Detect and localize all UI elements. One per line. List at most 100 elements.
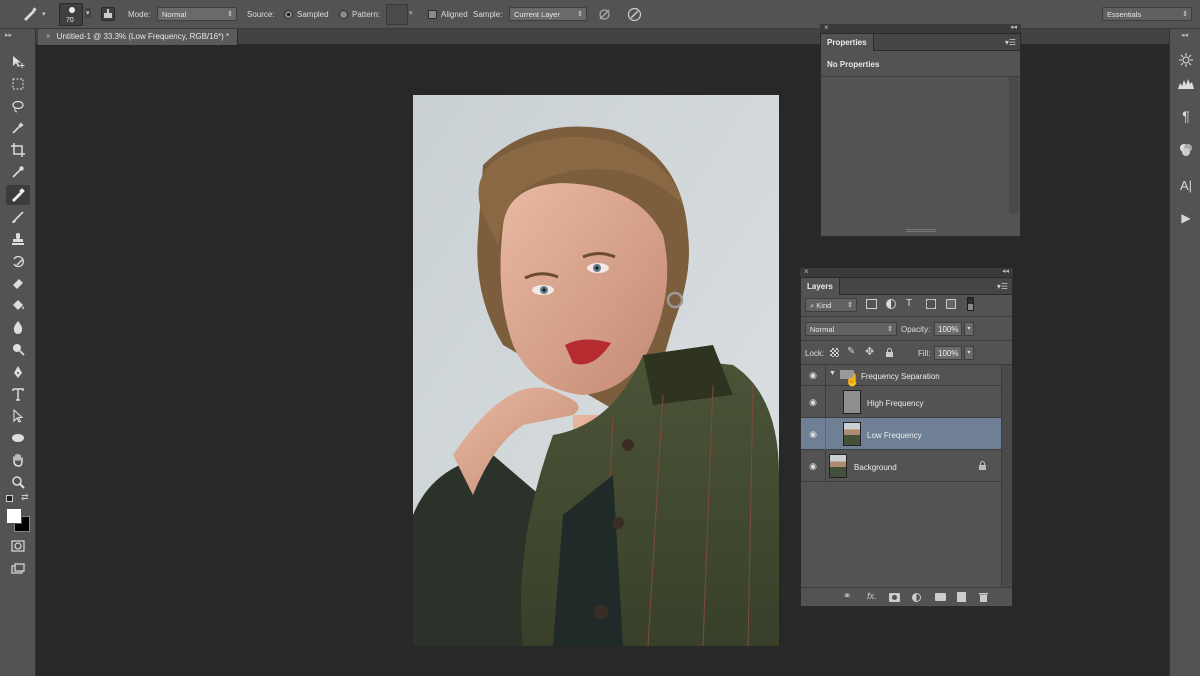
- adjustment-layer-filter-icon[interactable]: [886, 299, 896, 309]
- visibility-eye-icon[interactable]: ◉: [807, 461, 819, 471]
- visibility-eye-icon[interactable]: ◉: [807, 397, 819, 407]
- opacity-input[interactable]: 100%: [934, 322, 962, 336]
- layer-row-background[interactable]: ◉ Background: [801, 450, 1001, 482]
- brush-size-value: 70: [66, 17, 74, 24]
- new-layer-icon[interactable]: [957, 592, 966, 602]
- layers-panel-menu-icon[interactable]: ▾☰: [997, 282, 1008, 291]
- brush-settings-icon[interactable]: [101, 7, 115, 21]
- layer-style-fx-icon[interactable]: fx.: [867, 591, 877, 601]
- move-tool-icon[interactable]: [6, 52, 30, 72]
- fill-slider-arrow-icon[interactable]: ▾: [964, 346, 974, 360]
- document-canvas[interactable]: [413, 95, 779, 646]
- lock-transparent-pixels-icon[interactable]: [830, 348, 839, 357]
- visibility-eye-icon[interactable]: ◉: [807, 370, 819, 380]
- path-selection-tool-icon[interactable]: [6, 406, 30, 426]
- add-mask-icon[interactable]: [889, 593, 900, 602]
- brush-picker[interactable]: 70: [59, 3, 83, 26]
- color-wheel-icon[interactable]: [1176, 140, 1196, 160]
- delete-layer-trash-icon[interactable]: [979, 592, 988, 602]
- type-tool-icon[interactable]: [6, 384, 30, 404]
- close-tab-icon[interactable]: ×: [46, 32, 51, 41]
- opacity-slider-arrow-icon[interactable]: ▾: [964, 322, 974, 336]
- close-panel-icon[interactable]: ×: [824, 23, 829, 32]
- pattern-picker[interactable]: [386, 4, 408, 25]
- brush-picker-arrow-icon[interactable]: ▾: [85, 8, 91, 18]
- source-sampled-radio[interactable]: [284, 10, 293, 19]
- adjustments-icon[interactable]: [1176, 50, 1196, 70]
- layers-tab[interactable]: Layers: [801, 278, 840, 295]
- brush-tip-icon: [69, 7, 75, 13]
- clone-stamp-tool-icon[interactable]: [6, 229, 30, 249]
- eye-column-divider: [825, 418, 826, 450]
- ignore-adjustment-layers-icon[interactable]: [598, 8, 612, 22]
- pen-tool-icon[interactable]: [6, 362, 30, 382]
- zoom-tool-icon[interactable]: [6, 472, 30, 492]
- paint-bucket-tool-icon[interactable]: [6, 295, 30, 315]
- collapse-layers-panel-icon[interactable]: ◂◂: [1002, 267, 1009, 275]
- toolbox-collapse-icon[interactable]: ▸▸: [5, 31, 12, 39]
- smart-object-filter-icon[interactable]: [946, 299, 956, 309]
- marquee-tool-icon[interactable]: [6, 74, 30, 94]
- properties-resize-grip[interactable]: [906, 229, 936, 232]
- visibility-eye-icon[interactable]: ◉: [807, 429, 819, 439]
- sample-select[interactable]: Current Layer ⇕: [509, 7, 587, 21]
- properties-content: No Properties: [827, 60, 880, 69]
- source-pattern-radio[interactable]: [339, 10, 348, 19]
- layer-thumbnail: [843, 390, 861, 414]
- close-layers-panel-icon[interactable]: ×: [804, 267, 809, 276]
- swap-colors-icon[interactable]: ⇄: [21, 492, 29, 503]
- pixel-layer-filter-icon[interactable]: [866, 299, 877, 309]
- character-icon[interactable]: A|: [1176, 175, 1196, 195]
- dodge-tool-icon[interactable]: [6, 339, 30, 359]
- actions-play-icon[interactable]: ▶: [1176, 208, 1196, 228]
- layer-row-high-frequency[interactable]: ◉ High Frequency: [801, 386, 1001, 418]
- link-layers-icon[interactable]: ⚭: [843, 591, 851, 602]
- group-expand-arrow-icon[interactable]: ▼: [829, 370, 836, 377]
- pattern-picker-arrow-icon[interactable]: ▾: [409, 9, 413, 17]
- filter-toggle-switch[interactable]: [967, 297, 974, 311]
- fill-input[interactable]: 100%: [934, 346, 962, 360]
- layer-row-low-frequency[interactable]: ◉ Low Frequency: [801, 418, 1001, 450]
- layers-scrollbar[interactable]: [1001, 365, 1012, 587]
- eraser-tool-icon[interactable]: [6, 273, 30, 293]
- brush-tool-icon[interactable]: [6, 207, 30, 227]
- blur-tool-icon[interactable]: [6, 317, 30, 337]
- panel-menu-icon[interactable]: ▾☰: [1005, 38, 1016, 47]
- workspace-switcher[interactable]: Essentials ⇕: [1102, 7, 1192, 21]
- lock-all-icon[interactable]: [885, 348, 894, 357]
- eyedropper-tool-icon[interactable]: [6, 162, 30, 182]
- layer-row-frequency-separation[interactable]: ◉ ▼ Frequency Separation: [801, 365, 1001, 386]
- pressure-size-icon[interactable]: [627, 7, 643, 23]
- dock-collapse-icon[interactable]: ◂◂: [1181, 31, 1188, 39]
- shape-layer-filter-icon[interactable]: [926, 299, 936, 309]
- shape-tool-icon[interactable]: [6, 428, 30, 448]
- tool-preset-arrow-icon[interactable]: ▾: [42, 10, 46, 18]
- default-colors-icon[interactable]: [6, 495, 13, 502]
- new-adjustment-layer-icon[interactable]: [912, 593, 921, 602]
- histogram-icon[interactable]: [1176, 73, 1196, 93]
- properties-scrollbar[interactable]: [1009, 77, 1019, 214]
- quick-mask-icon[interactable]: [6, 536, 30, 556]
- new-group-folder-icon[interactable]: [935, 593, 946, 601]
- layer-lock-icon: [978, 461, 987, 471]
- history-brush-tool-icon[interactable]: [6, 251, 30, 271]
- mode-select[interactable]: Normal ⇕: [157, 7, 237, 21]
- hand-tool-icon[interactable]: [6, 450, 30, 470]
- filter-kind-select[interactable]: ⌕ Kind ⇕: [805, 298, 857, 312]
- blend-mode-select[interactable]: Normal ⇕: [805, 322, 897, 336]
- type-layer-filter-icon[interactable]: T: [906, 298, 912, 309]
- aligned-checkbox[interactable]: [428, 10, 437, 19]
- crop-tool-icon[interactable]: [6, 140, 30, 160]
- lasso-tool-icon[interactable]: [6, 96, 30, 116]
- magic-wand-tool-icon[interactable]: [6, 118, 30, 138]
- foreground-color-swatch[interactable]: [6, 508, 22, 524]
- lock-position-icon[interactable]: ✥: [865, 345, 874, 358]
- healing-brush-tool-icon[interactable]: [22, 7, 38, 21]
- healing-brush-tool-icon[interactable]: [6, 185, 30, 205]
- properties-tab[interactable]: Properties: [821, 34, 874, 51]
- paragraph-icon[interactable]: ¶: [1176, 106, 1196, 126]
- lock-image-pixels-icon[interactable]: ✎: [847, 346, 855, 357]
- document-tab[interactable]: × Untitled-1 @ 33.3% (Low Frequency, RGB/…: [38, 29, 239, 45]
- screen-mode-icon[interactable]: [6, 559, 30, 579]
- collapse-panel-icon[interactable]: ◂◂: [1010, 23, 1017, 31]
